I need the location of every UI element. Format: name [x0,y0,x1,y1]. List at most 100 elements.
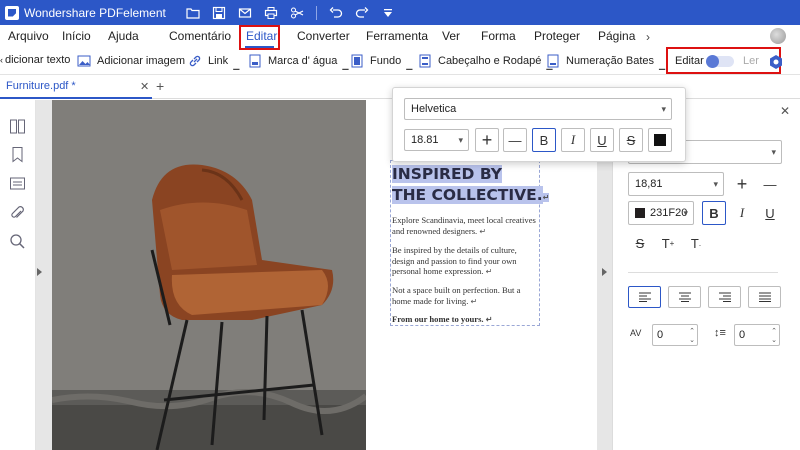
paragraph-1[interactable]: Explore Scandinavia, meet local creative… [392,215,538,237]
bates-numbering-button[interactable]: Numeração Bates ▁ [546,54,665,70]
thumbnails-icon[interactable] [9,118,26,135]
link-label: Link [208,55,229,67]
panel-font-size-value: 18,81 [635,178,663,190]
headline-line-2: THE COLLECTIVE. [392,186,543,204]
panel-bold-button[interactable]: B [702,201,726,225]
panel-italic-button[interactable]: I [730,201,754,225]
plus-icon: + [736,173,748,194]
popup-font-size-select[interactable]: 18.81 ▾ [404,129,469,151]
character-spacing-value: 0 [657,329,664,341]
align-center-icon [678,292,691,302]
popup-increase-size-button[interactable]: + [475,128,499,152]
panel-strikethrough-button[interactable]: S [628,231,652,255]
settings-gear-icon[interactable] [768,54,784,70]
menu-inicio[interactable]: Início [62,29,91,43]
menu-arquivo[interactable]: Arquivo [8,29,49,43]
background-button[interactable]: Fundo ▁ [350,54,412,70]
link-button[interactable]: Link ▁ [188,54,240,70]
menu-selected-indicator [245,46,274,48]
mode-edit-label[interactable]: Editar [675,55,704,67]
panel-decrease-size-button[interactable]: — [758,172,782,196]
menu-ver[interactable]: Ver [442,29,460,43]
popup-italic-button[interactable]: I [561,128,585,152]
align-center-button[interactable] [668,286,701,308]
chevron-down-icon: ▾ [683,208,688,218]
chair-photo[interactable] [52,100,366,450]
menu-converter[interactable]: Converter [297,29,350,43]
avatar[interactable] [770,28,786,44]
chevron-down-icon: ▾ [713,179,718,189]
panel-underline-button[interactable]: U [758,201,782,225]
spinner-arrows-icon[interactable]: ⌃ ⌄ [771,327,777,345]
paragraph-3[interactable]: Not a space built on perfection. But a h… [392,285,538,307]
edit-read-toggle[interactable] [706,55,734,68]
mode-read-label[interactable]: Ler [743,55,759,67]
menu-comentario[interactable]: Comentário [169,29,231,43]
line-spacing-value: 0 [739,329,746,341]
menu-proteger[interactable]: Proteger [534,29,580,43]
panel-font-size-select[interactable]: 18,81 ▾ [628,172,724,196]
menu-forma[interactable]: Forma [481,29,516,43]
popup-underline-button[interactable]: U [590,128,614,152]
underline-label: U [597,132,607,148]
watermark-button[interactable]: Marca d' água ▁ [248,54,349,70]
collapse-panel-arrow-icon[interactable] [602,268,607,276]
redo-icon[interactable] [349,0,375,25]
align-left-button[interactable] [628,286,661,308]
popup-strikethrough-button[interactable]: S [619,128,643,152]
add-text-label: dicionar texto [5,54,71,66]
menu-ajuda[interactable]: Ajuda [108,29,139,43]
menu-ferramenta[interactable]: Ferramenta [366,29,428,43]
italic-label: I [739,205,745,220]
panel-color-value: 231F20 [650,207,688,219]
add-tab-icon[interactable]: + [156,78,164,94]
bookmark-icon[interactable] [9,146,26,163]
character-spacing-icon: AV [630,328,642,338]
scissors-icon[interactable] [284,0,310,25]
print-icon[interactable] [258,0,284,25]
align-justify-button[interactable] [748,286,781,308]
headline[interactable]: INSPIRED BY THE COLLECTIVE.↵ [392,164,550,208]
popup-color-button[interactable] [648,128,672,152]
mail-icon[interactable] [232,0,258,25]
character-spacing-input[interactable]: 0 ⌃ ⌄ [652,324,698,346]
folder-icon[interactable] [180,0,206,25]
save-icon[interactable] [206,0,232,25]
chevron-down-icon: ▾ [458,135,463,145]
paragraph-4[interactable]: From our home to yours. ↵ [392,314,538,326]
close-panel-icon[interactable]: ✕ [780,104,790,118]
panel-superscript-button[interactable]: T + [656,231,680,255]
undo-icon[interactable] [323,0,349,25]
minus-icon: — [763,176,777,192]
panel-subscript-button[interactable]: T. [684,231,708,255]
return-mark-icon: ↵ [485,315,493,324]
panel-color-select[interactable]: 231F20 ▾ [628,201,694,225]
collapse-sidebar-arrow-icon[interactable] [37,268,42,276]
popup-font-select[interactable]: Helvetica ▾ [404,98,672,120]
paragraph-2[interactable]: Be inspired by the details of culture, d… [392,245,538,278]
popup-font-value: Helvetica [411,103,457,115]
comment-icon[interactable] [9,176,26,193]
close-icon[interactable]: ✕ [140,80,149,93]
attachment-icon[interactable] [9,205,26,222]
add-image-button[interactable]: Adicionar imagem [77,54,185,68]
align-right-button[interactable] [708,286,741,308]
chevron-right-icon[interactable]: › [646,30,650,44]
header-footer-button[interactable]: Cabeçalho e Rodapé ▁ [418,54,553,70]
return-mark-icon: ↵ [485,267,493,276]
paragraph-4-text: From our home to yours. [392,314,484,324]
panel-increase-size-button[interactable]: + [730,172,754,196]
popup-bold-button[interactable]: B [532,128,556,152]
quick-access-dropdown-icon[interactable] [375,0,401,25]
tab-furniture-pdf[interactable]: Furniture.pdf * [0,75,152,99]
app-title: Wondershare PDFelement [24,5,166,20]
add-text-button[interactable]: ‹ dicionar texto [0,54,70,66]
search-icon[interactable] [9,233,26,250]
panel-divider [628,272,778,273]
background-icon [351,54,363,68]
popup-decrease-size-button[interactable]: — [503,128,527,152]
menu-pagina[interactable]: Página [598,29,635,43]
link-dropdown-icon: ▁ [233,60,240,70]
spinner-arrows-icon[interactable]: ⌃ ⌄ [689,327,695,345]
line-spacing-input[interactable]: 0 ⌃ ⌄ [734,324,780,346]
